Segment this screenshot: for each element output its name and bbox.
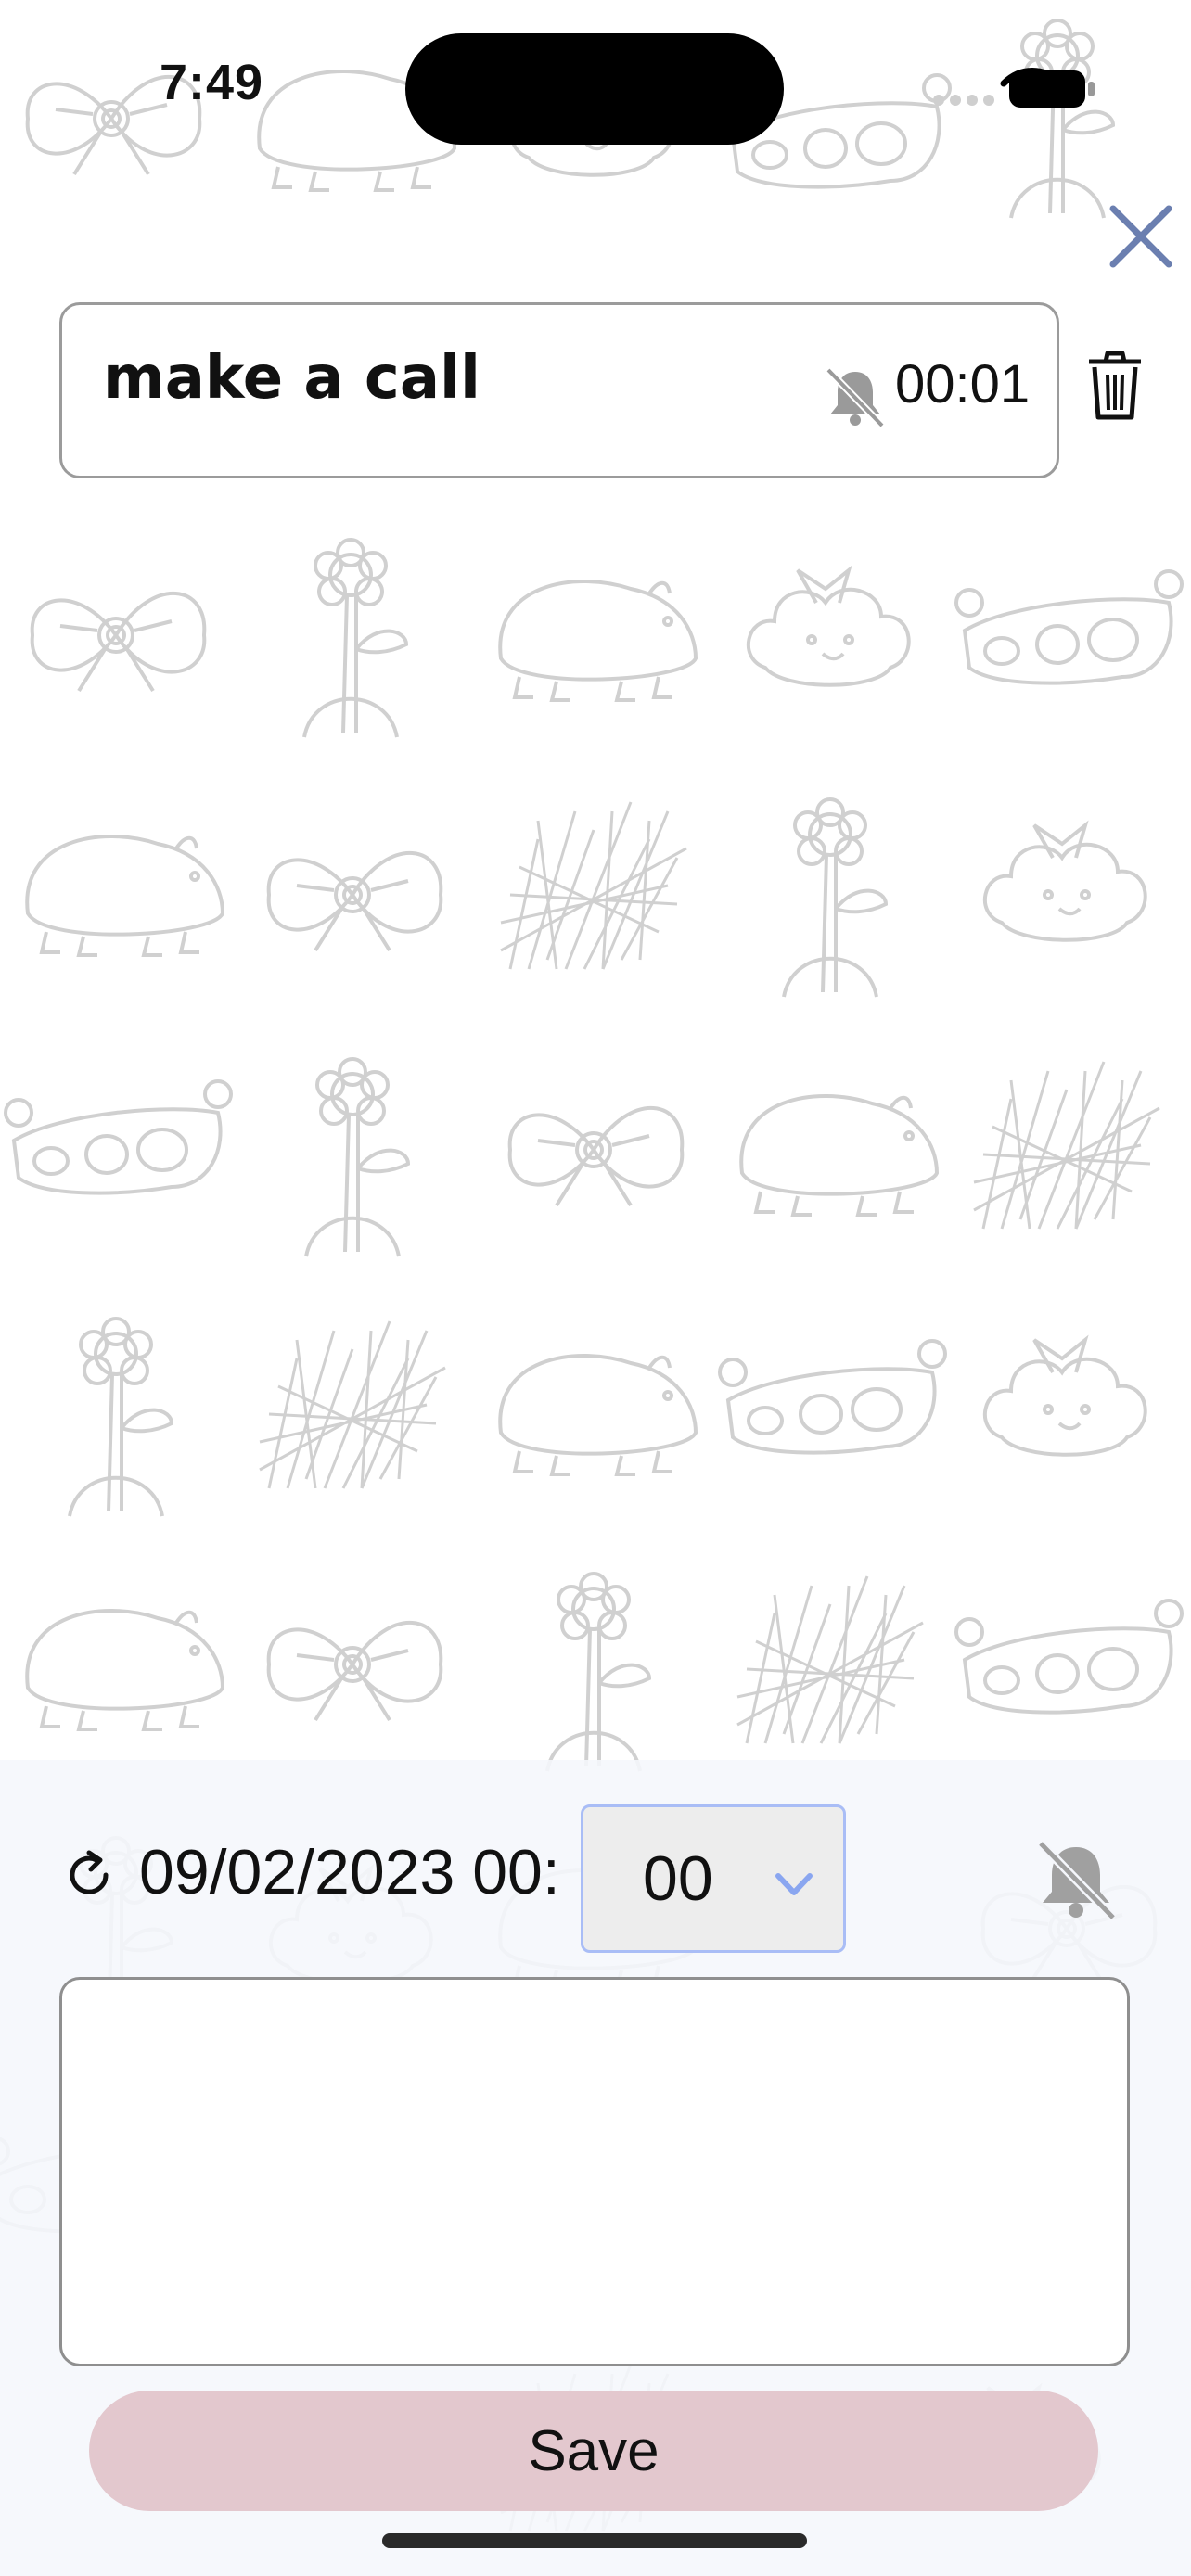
close-icon[interactable] — [1099, 195, 1183, 278]
save-button[interactable]: Save — [89, 2391, 1098, 2511]
repeat-icon[interactable] — [61, 1847, 117, 1903]
task-time: 00:01 — [895, 354, 1031, 414]
trash-icon[interactable] — [1083, 349, 1146, 423]
home-indicator[interactable] — [382, 2533, 807, 2548]
battery-icon — [1009, 70, 1095, 108]
task-title: make a call — [103, 344, 480, 413]
status-bar: 7:49 — [0, 0, 1191, 176]
save-button-label: Save — [528, 2418, 660, 2483]
task-card[interactable]: make a call 00:01 — [59, 302, 1059, 478]
minute-select[interactable]: 00 — [581, 1804, 846, 1953]
dynamic-island — [405, 33, 784, 145]
chevron-down-icon — [775, 1873, 813, 1895]
date-time-label[interactable]: 09/02/2023 00: — [139, 1836, 560, 1908]
bell-slash-icon[interactable] — [1030, 1834, 1122, 1927]
status-time: 7:49 — [160, 55, 264, 110]
note-textarea[interactable] — [59, 1977, 1130, 2366]
signal-icon — [933, 95, 994, 106]
minute-value: 00 — [643, 1843, 713, 1914]
bell-slash-icon — [826, 367, 885, 428]
